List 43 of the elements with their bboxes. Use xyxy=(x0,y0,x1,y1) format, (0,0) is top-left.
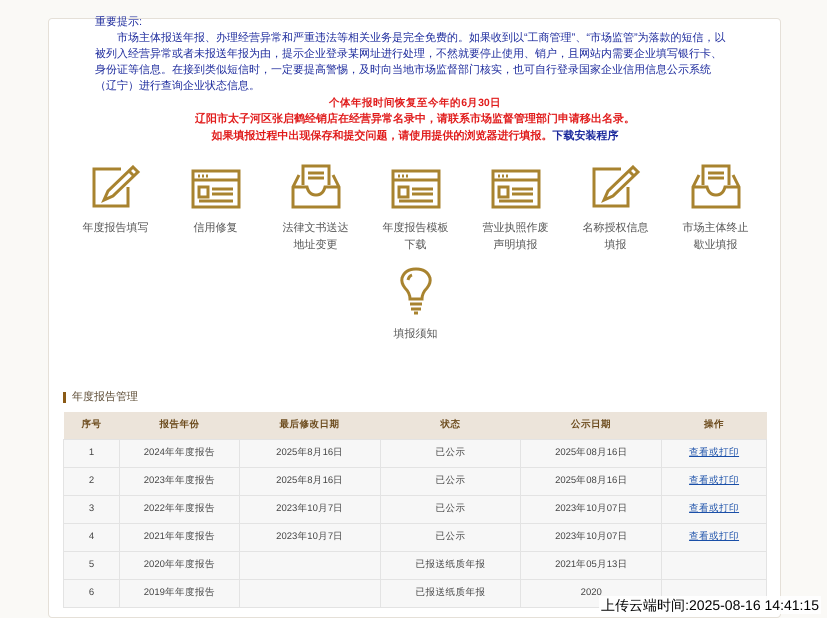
alert-message: 个体年报时间恢复至今年的6月30日 xyxy=(329,96,501,111)
browser-window-icon xyxy=(390,169,440,209)
table-cell: 已公示 xyxy=(380,440,521,468)
service-link[interactable]: 名称授权信息填报 xyxy=(580,220,652,254)
table-cell: 2025年8月16日 xyxy=(239,440,380,468)
view-print-link[interactable]: 查看或打印 xyxy=(689,475,740,486)
table-cell: 2019年年度报告 xyxy=(119,580,240,608)
table-cell: 2025年08月16日 xyxy=(520,440,662,468)
section-title: 年度报告管理 xyxy=(72,390,138,405)
upload-timestamp: 上传云端时间:2025-08-16 14:41:15 xyxy=(599,596,821,614)
download-link[interactable]: 下载安装程序 xyxy=(552,130,618,142)
section-marker xyxy=(63,392,66,403)
service-link[interactable]: 营业执照作废声明填报 xyxy=(480,220,552,254)
service-link[interactable]: 法律文书送达地址变更 xyxy=(280,220,352,254)
view-print-link[interactable]: 查看或打印 xyxy=(689,531,740,542)
column-header: 报告年份 xyxy=(119,412,240,440)
view-print-link[interactable]: 查看或打印 xyxy=(689,447,740,458)
service-link[interactable]: 信用修复 xyxy=(180,220,252,237)
service-link[interactable]: 市场主体终止歇业填报 xyxy=(680,220,752,254)
browser-notice: 如果填报过程中出现保存和提交问题，请使用提供的浏览器进行填报。下载安装程序 xyxy=(210,128,620,144)
alert-message: 辽阳市太子河区张启鹤经销店在经营异常名录中，请联系市场监督管理部门申请移出名录。 xyxy=(195,112,635,127)
service-link[interactable]: 年度报告填写 xyxy=(80,220,152,237)
table-cell: 已报送纸质年报 xyxy=(380,580,521,608)
column-header: 序号 xyxy=(64,412,120,440)
column-header: 状态 xyxy=(380,412,521,440)
pencil-edit-icon xyxy=(90,163,140,209)
browser-window-icon xyxy=(490,169,540,209)
table-cell: 1 xyxy=(64,440,120,468)
table-cell: 6 xyxy=(64,580,120,608)
view-print-link[interactable]: 查看或打印 xyxy=(689,503,740,514)
service-link[interactable]: 填报须知 xyxy=(380,326,452,343)
column-header: 公示日期 xyxy=(520,412,662,440)
notice-text: 市场主体报送年报、办理经营异常和严重违法等相关业务是完全免费的。如果收到以“工商管理”、“市场监管”为落款的短信，以被列入经营异常或者未报送年报为由，提示企业登录某网址进行处理，不然就要停止使用、销户，且网站内需要企业填写银行卡、身份证等信息。在接到类似短信时，一定要提高警惕，及时向当地市场监督部门核实，也可自行登录国家企业信用信息公示系统（辽宁）进行查询企业状态信息。 xyxy=(95,30,727,94)
table-cell: 2024年年度报告 xyxy=(119,440,240,468)
lightbulb-icon xyxy=(398,267,432,315)
browser-window-icon xyxy=(190,169,240,209)
inbox-tray-icon xyxy=(690,163,740,209)
inbox-tray-icon xyxy=(290,163,340,209)
column-header: 最后修改日期 xyxy=(239,412,380,440)
column-header: 操作 xyxy=(662,412,766,440)
service-link[interactable]: 年度报告模板下载 xyxy=(380,220,452,254)
pencil-edit-icon xyxy=(590,163,640,209)
notice-title: 重要提示: xyxy=(95,15,144,30)
